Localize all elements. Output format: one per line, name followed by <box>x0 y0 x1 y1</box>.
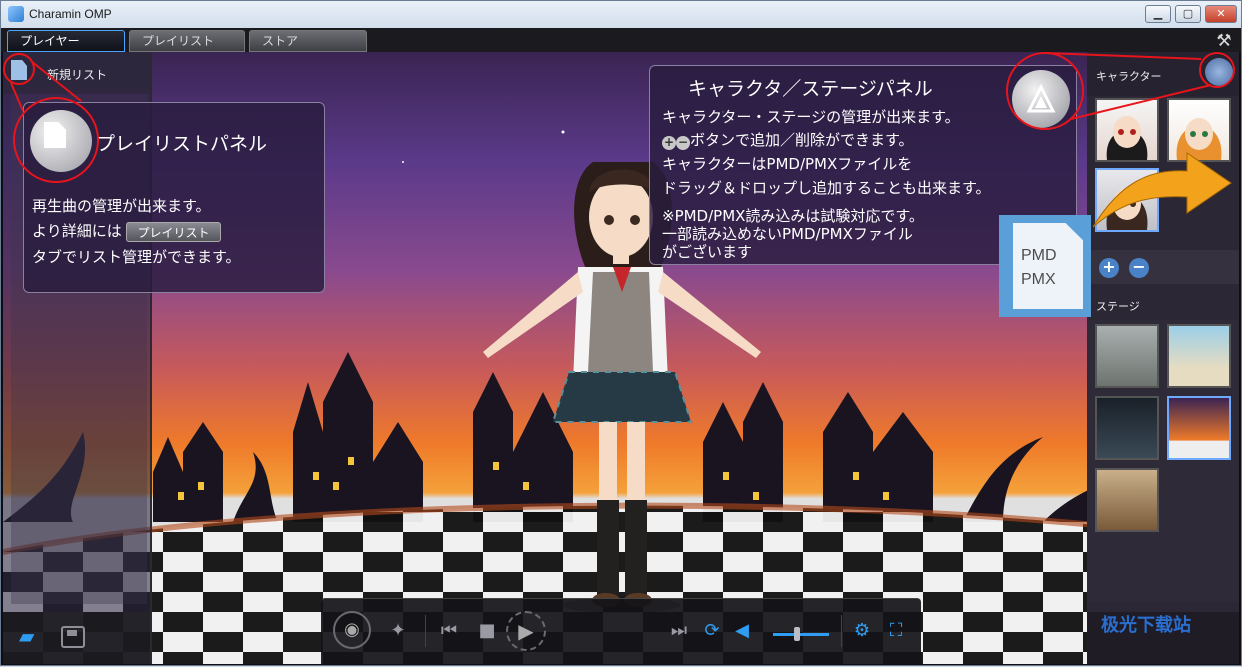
app-icon <box>8 6 24 22</box>
new-list-icon[interactable] <box>11 60 27 80</box>
play-icon[interactable]: ▶ <box>506 611 546 651</box>
new-list-label[interactable]: 新規リスト <box>47 66 107 83</box>
fullscreen-icon[interactable]: ⛶ <box>883 619 909 643</box>
stop-icon[interactable]: ■ <box>475 619 499 643</box>
tab-player[interactable]: プレイヤー <box>7 30 125 52</box>
playlist-help-line: より詳細には プレイリスト <box>32 220 221 242</box>
repeat-icon[interactable]: ⟳ <box>699 619 725 643</box>
camera-icon[interactable]: ◉ <box>333 611 371 649</box>
playlist-tab-hint-button: プレイリスト <box>126 221 221 242</box>
stage-thumb[interactable] <box>1095 324 1159 388</box>
tab-store[interactable]: ストア <box>249 30 367 52</box>
divider <box>841 615 842 647</box>
watermark: 极光下载站 <box>1101 615 1191 636</box>
plus-icon: + <box>662 135 676 150</box>
character-help-title: キャラクタ／ステージパネル <box>688 78 933 100</box>
remove-character-button[interactable]: − <box>1129 258 1149 278</box>
file-type-label: PMX <box>1021 271 1056 288</box>
playlist-help-line-prefix: より詳細には <box>32 222 122 240</box>
character-help-line-text: ボタンで追加／削除ができます。 <box>690 131 914 149</box>
stage-section-title: ステージ <box>1096 300 1140 313</box>
window-title: Charamin OMP <box>29 7 112 21</box>
add-character-button[interactable]: + <box>1099 258 1119 278</box>
stage-thumb[interactable] <box>1095 468 1159 532</box>
playlist-panel-icon <box>30 110 92 172</box>
character-help-line: ドラッグ＆ドロップし追加することも出来ます。 <box>662 179 991 197</box>
volume-slider-track[interactable] <box>773 633 829 636</box>
volume-slider-handle[interactable] <box>794 627 800 641</box>
stage-thumb-selected[interactable] <box>1167 396 1231 460</box>
next-icon[interactable]: ⏭ <box>665 619 693 643</box>
character-help-line: + − ボタンで追加／削除ができます。 <box>662 129 914 150</box>
tab-bar: プレイヤー プレイリスト ストア ⚒ <box>1 28 1241 52</box>
playlist-help-title: プレイリストパネル <box>96 133 268 155</box>
character-help-line: キャラクターはPMD/PMXファイルを <box>662 155 913 173</box>
character-thumb[interactable] <box>1167 98 1231 162</box>
app-window: Charamin OMP ▁ ▢ ✕ プレイヤー プレイリスト ストア ⚒ 新規… <box>0 0 1242 666</box>
tools-icon[interactable]: ⚒ <box>1213 31 1235 51</box>
playlist-help-callout: プレイリストパネル 再生曲の管理が出来ます。 より詳細には プレイリスト タブで… <box>23 102 325 293</box>
playlist-help-line: 再生曲の管理が出来ます。 <box>32 197 211 215</box>
file-type-label: PMD <box>1021 247 1057 264</box>
open-folder-icon[interactable]: ▰ <box>19 626 47 646</box>
character-panel-icon[interactable] <box>1205 58 1233 86</box>
character-section-title: キャラクター <box>1096 70 1162 83</box>
previous-icon[interactable]: ⏮ <box>435 619 463 643</box>
playlist-help-line: タブでリスト管理ができます。 <box>32 248 241 266</box>
tab-playlist[interactable]: プレイリスト <box>129 30 245 52</box>
character-help-line: キャラクター・ステージの管理が出来ます。 <box>662 108 960 126</box>
character-thumb[interactable] <box>1095 98 1159 162</box>
maximize-button[interactable]: ▢ <box>1175 5 1201 23</box>
character-thumb-selected[interactable] <box>1095 168 1159 232</box>
pmd-pmx-file-icon: PMD PMX <box>999 215 1091 317</box>
player-controls: ◉ ✦ ⏮ ■ ▶ ⏭ ⟳ ◀ ⚙ ⛶ <box>321 598 921 664</box>
minus-icon: − <box>676 135 690 150</box>
settings-icon[interactable]: ⚙ <box>849 619 875 643</box>
stage-thumb[interactable] <box>1167 324 1231 388</box>
motion-icon[interactable]: ✦ <box>385 619 411 643</box>
volume-icon[interactable]: ◀ <box>729 619 755 643</box>
character-help-line: がございます <box>662 243 753 261</box>
character-panel-header: キャラクター <box>1087 52 1239 96</box>
file-page <box>1013 223 1083 309</box>
title-bar: Charamin OMP ▁ ▢ ✕ <box>1 1 1241 28</box>
character-stage-panel: キャラクター + − ステージ <box>1087 52 1239 664</box>
character-stage-icon <box>1012 70 1070 128</box>
close-button[interactable]: ✕ <box>1205 5 1237 23</box>
minimize-button[interactable]: ▁ <box>1145 5 1171 23</box>
character-add-remove-bar: + − <box>1087 250 1239 284</box>
playlist-panel-header: 新規リスト <box>3 52 150 94</box>
divider <box>425 615 426 647</box>
save-icon[interactable] <box>61 626 85 648</box>
stage-list <box>1087 320 1239 602</box>
playlist-panel-footer: ▰ <box>3 612 150 664</box>
stage-thumb[interactable] <box>1095 396 1159 460</box>
